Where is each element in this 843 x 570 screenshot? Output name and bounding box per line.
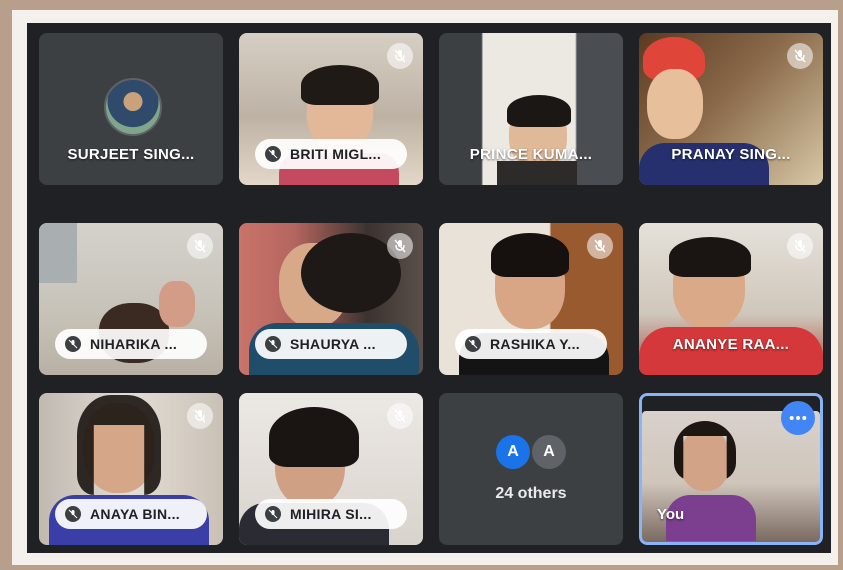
participant-name-pill: NIHARIKA ... (55, 329, 207, 359)
participant-tile[interactable]: SURJEET SING... (39, 33, 223, 185)
mic-off-icon (265, 336, 281, 352)
others-count: 24 others (495, 485, 567, 502)
self-label: You (657, 506, 685, 523)
mic-off-icon (65, 506, 81, 522)
participant-name-pill: RASHIKA Y... (455, 329, 607, 359)
participant-name: RASHIKA Y... (490, 336, 580, 352)
participant-name: SHAURYA ... (290, 336, 376, 352)
participant-tile[interactable]: PRINCE KUMA... (439, 33, 623, 185)
participant-name: ANANYE RAA... (672, 336, 790, 353)
more-options-icon[interactable] (781, 401, 815, 435)
mic-off-icon (187, 233, 213, 259)
participant-name: MIHIRA SI... (290, 506, 372, 522)
mic-off-icon (265, 506, 281, 522)
mic-off-icon (787, 43, 813, 69)
others-avatars: A A (439, 435, 623, 469)
participant-tile[interactable]: SHAURYA ... (239, 223, 423, 375)
participant-name: NIHARIKA ... (90, 336, 178, 352)
participant-tile[interactable]: PRANAY SING... (639, 33, 823, 185)
participant-name: ANAYA BIN... (90, 506, 180, 522)
mic-off-icon (787, 233, 813, 259)
participant-tile[interactable]: BRITI MIGL... (239, 33, 423, 185)
mic-off-icon (587, 233, 613, 259)
participant-name: BRITI MIGL... (290, 146, 382, 162)
participant-tile[interactable]: MIHIRA SI... (239, 393, 423, 545)
participant-name: PRANAY SING... (671, 146, 791, 163)
mic-off-icon (265, 146, 281, 162)
participant-name: PRINCE KUMA... (469, 146, 593, 163)
participant-name-pill: MIHIRA SI... (255, 499, 407, 529)
mic-off-icon (387, 43, 413, 69)
other-avatar: A (532, 435, 566, 469)
participant-name-pill: BRITI MIGL... (255, 139, 407, 169)
participant-tile[interactable]: ANAYA BIN... (39, 393, 223, 545)
meeting-grid: SURJEET SING... BRITI MIGL... PRINCE KUM… (27, 23, 831, 553)
participant-name-pill: SHAURYA ... (255, 329, 407, 359)
participant-name: SURJEET SING... (67, 146, 195, 163)
participant-avatar (104, 78, 162, 136)
mic-off-icon (65, 336, 81, 352)
mic-off-icon (387, 233, 413, 259)
mic-off-icon (387, 403, 413, 429)
participant-tile[interactable]: ANANYE RAA... (639, 223, 823, 375)
self-tile[interactable]: You (639, 393, 823, 545)
other-avatar: A (496, 435, 530, 469)
participant-name-pill: ANAYA BIN... (55, 499, 207, 529)
participant-tile[interactable]: RASHIKA Y... (439, 223, 623, 375)
mic-off-icon (187, 403, 213, 429)
others-tile[interactable]: A A 24 others (439, 393, 623, 545)
mic-off-icon (465, 336, 481, 352)
participant-tile[interactable]: NIHARIKA ... (39, 223, 223, 375)
